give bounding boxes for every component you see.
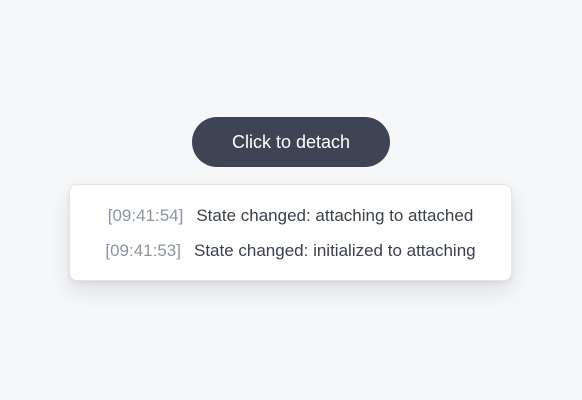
app-canvas: Click to detach [09:41:54] State changed…: [0, 0, 582, 400]
log-message: State changed: initialized to attaching: [193, 241, 476, 260]
log-timestamp: [09:41:53]: [105, 241, 181, 260]
log-entry: [09:41:54] State changed: attaching to a…: [70, 204, 511, 228]
detach-button[interactable]: Click to detach: [192, 117, 390, 167]
state-log-panel: [09:41:54] State changed: attaching to a…: [69, 184, 512, 281]
log-timestamp: [09:41:54]: [107, 206, 184, 225]
log-message: State changed: attaching to attached: [196, 206, 474, 225]
log-entry: [09:41:53] State changed: initialized to…: [70, 239, 511, 263]
